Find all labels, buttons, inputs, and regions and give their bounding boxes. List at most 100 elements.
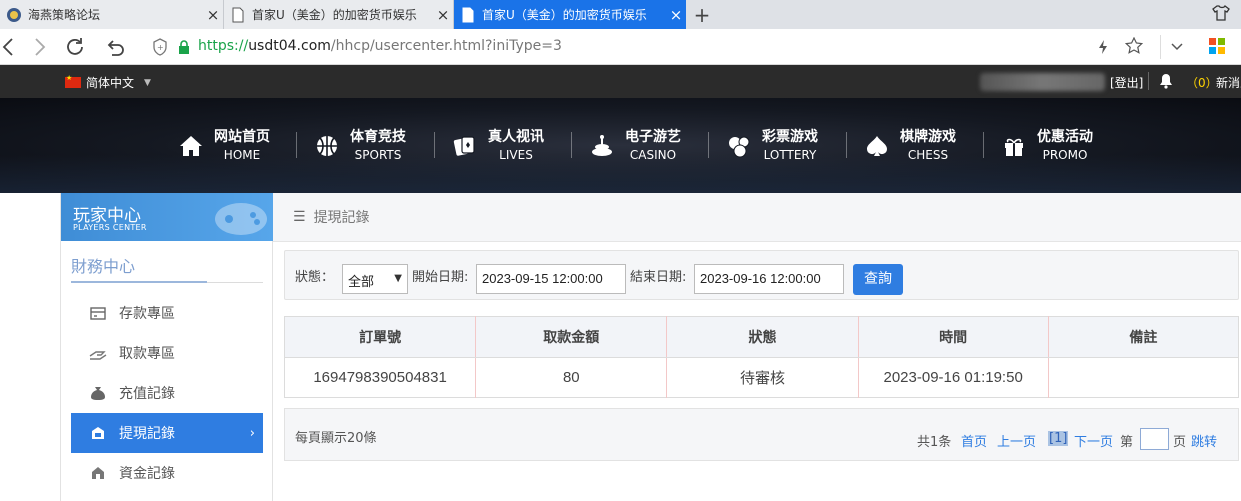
url-protocol: https://: [198, 38, 249, 54]
first-page-link[interactable]: 首页: [961, 431, 987, 450]
deposit-icon: [90, 307, 106, 320]
chevron-down-icon: ▼: [394, 273, 402, 284]
column-header[interactable]: 訂單號: [284, 316, 477, 358]
message-label[interactable]: 新消息: [1216, 74, 1241, 91]
nav-promo[interactable]: 优惠活动 PROMO: [1001, 128, 1093, 164]
nav-sports[interactable]: 体育竞技 SPORTS: [314, 128, 406, 164]
column-header[interactable]: 備註: [1048, 316, 1239, 358]
page-jump-input[interactable]: [1140, 428, 1169, 450]
back-icon[interactable]: [0, 36, 18, 58]
language-label: 简体中文: [86, 76, 135, 90]
url-path: /hhcp/usercenter.html?iniType=3: [330, 38, 562, 54]
table-row[interactable]: 1694798390504831 80 待審核 2023-09-16 01:19…: [284, 357, 1239, 398]
nav-label: 真人视讯: [488, 129, 544, 145]
undo-icon[interactable]: [104, 36, 126, 58]
menu-icon[interactable]: ☰: [293, 209, 306, 225]
url-host: usdt04.com: [248, 38, 331, 54]
prev-page-link[interactable]: 上一页: [997, 431, 1036, 450]
nav-home[interactable]: 网站首页 HOME: [178, 128, 270, 164]
sidebar-item-fund-records[interactable]: 資金記錄: [71, 453, 263, 493]
nav-label: 优惠活动: [1037, 129, 1093, 145]
address-bar: + https://usdt04.com/hhcp/usercenter.htm…: [0, 29, 1241, 65]
tab-close-icon[interactable]: ×: [203, 6, 223, 24]
url-field[interactable]: https://usdt04.com/hhcp/usercenter.html?…: [198, 38, 562, 54]
start-date-label: 開始日期:: [412, 270, 469, 285]
nav-sublabel: CASINO: [629, 148, 677, 162]
slot-icon: [592, 135, 612, 156]
tab-close-icon[interactable]: ×: [433, 6, 453, 24]
china-flag-icon: [65, 74, 81, 88]
forward-icon[interactable]: [30, 36, 48, 58]
nav-sublabel: SPORTS: [354, 148, 402, 162]
shield-icon[interactable]: +: [152, 38, 168, 56]
chevron-down-icon[interactable]: [1170, 41, 1184, 53]
lightning-icon[interactable]: [1096, 39, 1110, 55]
withdraw-records-table: 訂單號 取款金額 狀態 時間 備註 1694798390504831 80 待審…: [284, 316, 1239, 398]
column-header[interactable]: 取款金額: [475, 316, 668, 358]
nav-label: 体育竞技: [350, 129, 406, 145]
nav-divider: [571, 132, 572, 158]
nav-lives[interactable]: 真人视讯 LIVES: [452, 128, 544, 164]
nav-divider: [983, 132, 984, 158]
divider: [1160, 35, 1161, 59]
browser-tab[interactable]: 海燕策略论坛 ×: [0, 0, 224, 29]
svg-text:+: +: [157, 43, 164, 52]
message-count[interactable]: （0）: [1186, 74, 1218, 91]
nav-casino[interactable]: 电子游艺 CASINO: [589, 128, 681, 164]
status-cell: 待審核: [666, 357, 859, 398]
jump-link[interactable]: 跳转: [1191, 431, 1217, 450]
filter-bar: 狀態： 全部 ▼ 開始日期: 2023-09-15 12:00:00 結束日期:…: [284, 250, 1239, 300]
breadcrumb: ☰ 提現記錄: [273, 193, 1241, 242]
star-icon[interactable]: [1125, 37, 1143, 55]
sidebar-item-recharge[interactable]: 充值記錄: [71, 373, 263, 413]
nav-sublabel: PROMO: [1042, 148, 1088, 162]
column-header[interactable]: 時間: [858, 316, 1049, 358]
logout-link[interactable]: [登出]: [1110, 74, 1143, 91]
nav-sublabel: CHESS: [907, 148, 949, 162]
tab-close-icon[interactable]: ×: [666, 6, 686, 24]
tab-title: 海燕策略论坛: [28, 8, 101, 22]
status-label: 狀態：: [295, 270, 335, 285]
sidebar-item-withdraw[interactable]: 取款專區: [71, 333, 263, 373]
moneybag-icon: [91, 387, 105, 400]
page-suffix: 页: [1173, 435, 1187, 450]
site-topbar: 简体中文 ▼ [登出] （0） 新消息: [0, 65, 1241, 98]
language-selector[interactable]: 简体中文 ▼: [65, 74, 151, 91]
sidebar-item-deposit[interactable]: 存款專區: [71, 293, 263, 333]
nav-chess[interactable]: 棋牌游戏 CHESS: [864, 128, 956, 164]
status-select[interactable]: 全部 ▼: [342, 264, 408, 294]
lock-icon[interactable]: [176, 39, 192, 55]
next-page-link[interactable]: 下一页: [1074, 431, 1113, 450]
current-page[interactable]: [1]: [1048, 431, 1069, 446]
start-date-input[interactable]: 2023-09-15 12:00:00: [476, 264, 626, 294]
lottery-balls-icon: [729, 136, 750, 158]
reload-icon[interactable]: [64, 36, 86, 58]
end-date-input[interactable]: 2023-09-16 12:00:00: [694, 264, 844, 294]
blurred-username: [980, 73, 1105, 91]
browser-tab-active[interactable]: 首家U（美金）的加密货币娱乐 ×: [454, 0, 686, 29]
new-tab-button[interactable]: +: [690, 3, 714, 27]
sidebar-item-label: 充值記錄: [119, 386, 175, 402]
sidebar-item-cashout-records[interactable]: 提現記錄 ›: [71, 413, 263, 453]
main-nav-banner: 网站首页 HOME 体育竞技 SPORTS 真人视讯 LIVES 电子游艺 CASINO…: [0, 98, 1241, 193]
nav-lottery[interactable]: 彩票游戏 LOTTERY: [726, 128, 818, 164]
page-prefix: 第: [1120, 435, 1134, 450]
section-underline: [71, 281, 207, 283]
query-button[interactable]: 查詢: [853, 264, 903, 295]
spade-icon: [867, 136, 887, 156]
bell-icon[interactable]: [1159, 73, 1173, 89]
breadcrumb-label: 提現記錄: [313, 210, 370, 226]
basketball-icon: [317, 136, 337, 156]
browser-tab[interactable]: 首家U（美金）的加密货币娱乐 ×: [224, 0, 454, 29]
sidebar-item-label: 存款專區: [119, 306, 175, 322]
browser-tab-strip: 海燕策略论坛 × 首家U（美金）的加密货币娱乐 × 首家U（美金）的加密货币娱乐…: [0, 0, 1241, 29]
amount-cell: 80: [475, 357, 668, 398]
nav-sublabel: HOME: [223, 148, 261, 162]
column-header[interactable]: 狀態: [666, 316, 859, 358]
shirt-icon[interactable]: [1212, 4, 1230, 22]
apps-grid-icon[interactable]: [1208, 37, 1226, 55]
cards-icon: [453, 136, 475, 156]
nav-divider: [708, 132, 709, 158]
nav-label: 网站首页: [214, 129, 270, 145]
time-cell: 2023-09-16 01:19:50: [858, 357, 1049, 398]
